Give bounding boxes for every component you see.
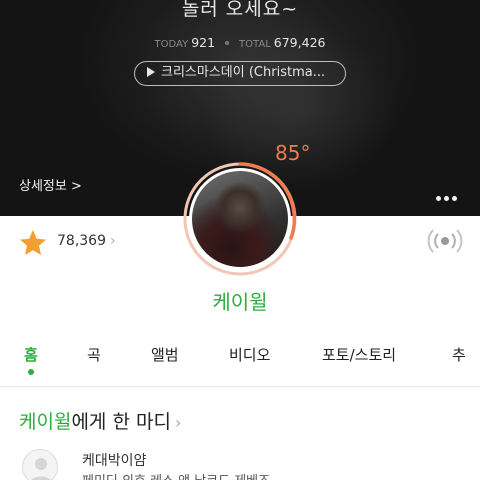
tab-songs[interactable]: 곡 bbox=[87, 344, 101, 365]
chevron-right-icon: › bbox=[174, 413, 182, 432]
comments-artist-name: 케이윌 bbox=[19, 411, 72, 433]
hero-headline: 놀러 오세요~ bbox=[181, 0, 299, 20]
detail-info-link[interactable]: 상세정보 > bbox=[19, 175, 82, 194]
today-label: TODAY bbox=[154, 39, 189, 50]
tab-photo-story[interactable]: 포토/스토리 bbox=[322, 344, 396, 365]
user-placeholder-icon bbox=[31, 458, 51, 480]
featured-song-button[interactable]: 크리스마스데이 (Christma... bbox=[134, 61, 346, 86]
divider bbox=[0, 386, 480, 387]
tab-home[interactable]: 홈 bbox=[24, 344, 38, 365]
active-tab-indicator bbox=[28, 369, 34, 375]
play-icon bbox=[147, 67, 155, 77]
artist-photo bbox=[189, 168, 291, 270]
avatar[interactable] bbox=[22, 449, 58, 480]
tab-videos[interactable]: 비디오 bbox=[229, 344, 270, 365]
star-icon[interactable] bbox=[18, 228, 48, 258]
visitor-stats: TODAY 921 TOTAL 679,426 bbox=[0, 35, 480, 50]
total-label: TOTAL bbox=[239, 39, 271, 50]
more-options-icon[interactable] bbox=[436, 186, 462, 201]
artist-avatar[interactable] bbox=[181, 160, 299, 278]
today-count: 921 bbox=[191, 35, 216, 50]
fan-count[interactable]: 78,369 bbox=[57, 233, 106, 249]
comment-username[interactable]: 케대박이얌 bbox=[82, 450, 146, 470]
comments-section-title[interactable]: 케이윌에게 한 마디 › bbox=[19, 407, 181, 434]
chevron-right-icon: › bbox=[110, 233, 116, 249]
broadcast-icon[interactable] bbox=[427, 228, 463, 254]
tab-next-partial[interactable]: 추 bbox=[452, 344, 466, 365]
artist-name: 케이윌 bbox=[212, 290, 268, 314]
total-count: 679,426 bbox=[273, 35, 326, 50]
section-tabs: 홈 곡 앨범 비디오 포토/스토리 추 bbox=[0, 340, 480, 386]
tab-albums[interactable]: 앨범 bbox=[151, 344, 179, 365]
featured-song-title: 크리스마스데이 (Christma... bbox=[161, 65, 326, 80]
stats-separator bbox=[225, 40, 230, 45]
comments-title-text: 에게 한 마디 bbox=[71, 411, 171, 433]
comment-text: 페미딘 외호 레스 앤 낙코드 제베즈 bbox=[82, 470, 270, 480]
